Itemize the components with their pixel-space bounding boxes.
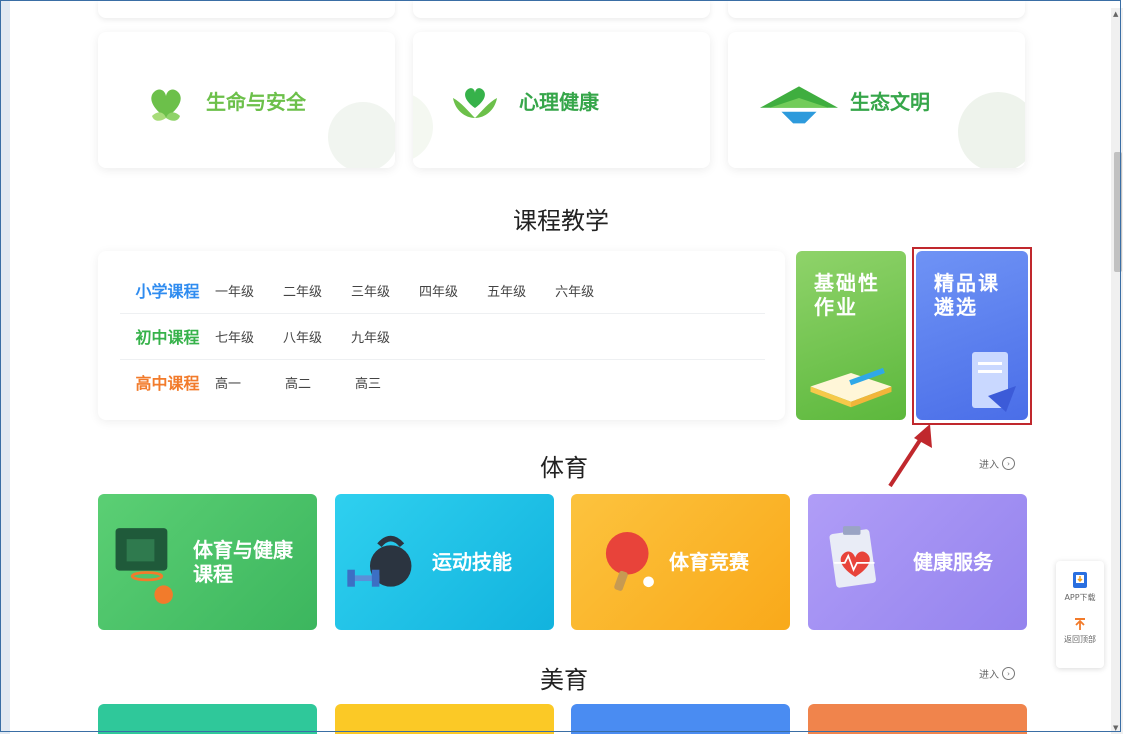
sport-label: 健康服务 [913,550,993,574]
previous-card-bottom [98,0,395,18]
enter-link-arts[interactable]: 进入 › [979,666,1015,681]
scroll-up-arrow-icon[interactable]: ▲ [1113,10,1118,18]
theme-card-life-safety[interactable]: 生命与安全 [98,32,395,168]
scroll-down-arrow-icon[interactable]: ▼ [1113,724,1118,732]
sport-label: 运动技能 [432,550,512,574]
back-to-top-label: 返回顶部 [1064,635,1096,644]
decoration [958,92,1025,168]
pingpong-icon [605,532,654,591]
scrollbar-track[interactable] [1111,8,1123,734]
theme-label: 生命与安全 [206,89,306,114]
heart-clipboard-icon [829,526,876,588]
grade-link[interactable]: 八年级 [283,327,322,346]
grade-link[interactable]: 六年级 [555,281,594,300]
sport-card-pe-course[interactable]: 体育与健康 课程 [98,494,317,630]
sport-card-skills[interactable]: 运动技能 [335,494,554,630]
basketball-icon [115,528,173,604]
arrow-up-icon [1075,618,1085,630]
sport-card-health-service[interactable]: 健康服务 [808,494,1027,630]
arrow-right-icon: › [1002,667,1015,680]
tile-title: 基础性 作业 [814,271,880,319]
window-edge [0,0,10,734]
book-icon [810,367,892,408]
section-title-course: 课程教学 [513,207,609,235]
phone-download-icon [1073,572,1087,588]
grade-link[interactable]: 高二 [285,373,311,392]
course-row-primary: 小学课程 一年级 二年级 三年级 四年级 五年级 六年级 [120,267,765,314]
theme-label: 生态文明 [850,89,930,114]
arts-card[interactable] [571,704,790,734]
scrollbar-thumb[interactable] [1114,152,1122,272]
app-download-label: APP下载 [1064,593,1096,602]
floating-side-panel: APP下载 返回顶部 [1056,561,1104,668]
sport-label: 体育与健康 课程 [193,538,293,586]
heart-leaves-icon [453,88,497,118]
grade-link[interactable]: 三年级 [351,281,390,300]
arts-card[interactable] [335,704,554,734]
grade-link[interactable]: 五年级 [487,281,526,300]
previous-card-bottom [728,0,1025,18]
grade-link[interactable]: 一年级 [215,281,254,300]
sport-label: 体育竞赛 [669,550,749,574]
app-download-button[interactable]: APP下载 [1064,571,1096,603]
grade-link[interactable]: 九年级 [351,327,390,346]
decoration [413,92,433,162]
heart-plant-icon [151,89,181,121]
sport-card-competition[interactable]: 体育竞赛 [571,494,790,630]
tile-basic-homework[interactable]: 基础性 作业 [796,251,906,420]
grade-link[interactable]: 七年级 [215,327,254,346]
category-high[interactable]: 高中课程 [120,370,215,394]
decoration [328,102,395,168]
kettlebell-icon [347,535,412,587]
arts-card[interactable] [98,704,317,734]
course-table: 小学课程 一年级 二年级 三年级 四年级 五年级 六年级 初中课程 七年级 八年… [98,251,785,420]
enter-link-sports[interactable]: 进入 › [979,456,1015,471]
enter-label: 进入 [979,460,999,471]
section-title-arts: 美育 [540,666,588,694]
category-primary[interactable]: 小学课程 [120,278,215,302]
back-to-top-button[interactable]: 返回顶部 [1064,617,1096,645]
course-row-high: 高中课程 高一 高二 高三 [120,359,765,405]
highlight-box [912,247,1032,425]
arrow-right-icon: › [1002,457,1015,470]
theme-label: 心理健康 [519,89,599,114]
grade-link[interactable]: 高三 [355,373,381,392]
grade-link[interactable]: 二年级 [283,281,322,300]
red-arrow-icon [888,424,932,488]
previous-card-bottom [413,0,710,18]
enter-label: 进入 [979,670,999,681]
category-middle[interactable]: 初中课程 [120,324,215,348]
course-row-middle: 初中课程 七年级 八年级 九年级 [120,313,765,360]
grade-link[interactable]: 四年级 [419,281,458,300]
arts-card[interactable] [808,704,1027,734]
mountain-icon [760,86,838,124]
section-title-sports: 体育 [540,454,588,482]
theme-card-mental-health[interactable]: 心理健康 [413,32,710,168]
grade-link[interactable]: 高一 [215,373,241,392]
theme-card-ecology[interactable]: 生态文明 [728,32,1025,168]
